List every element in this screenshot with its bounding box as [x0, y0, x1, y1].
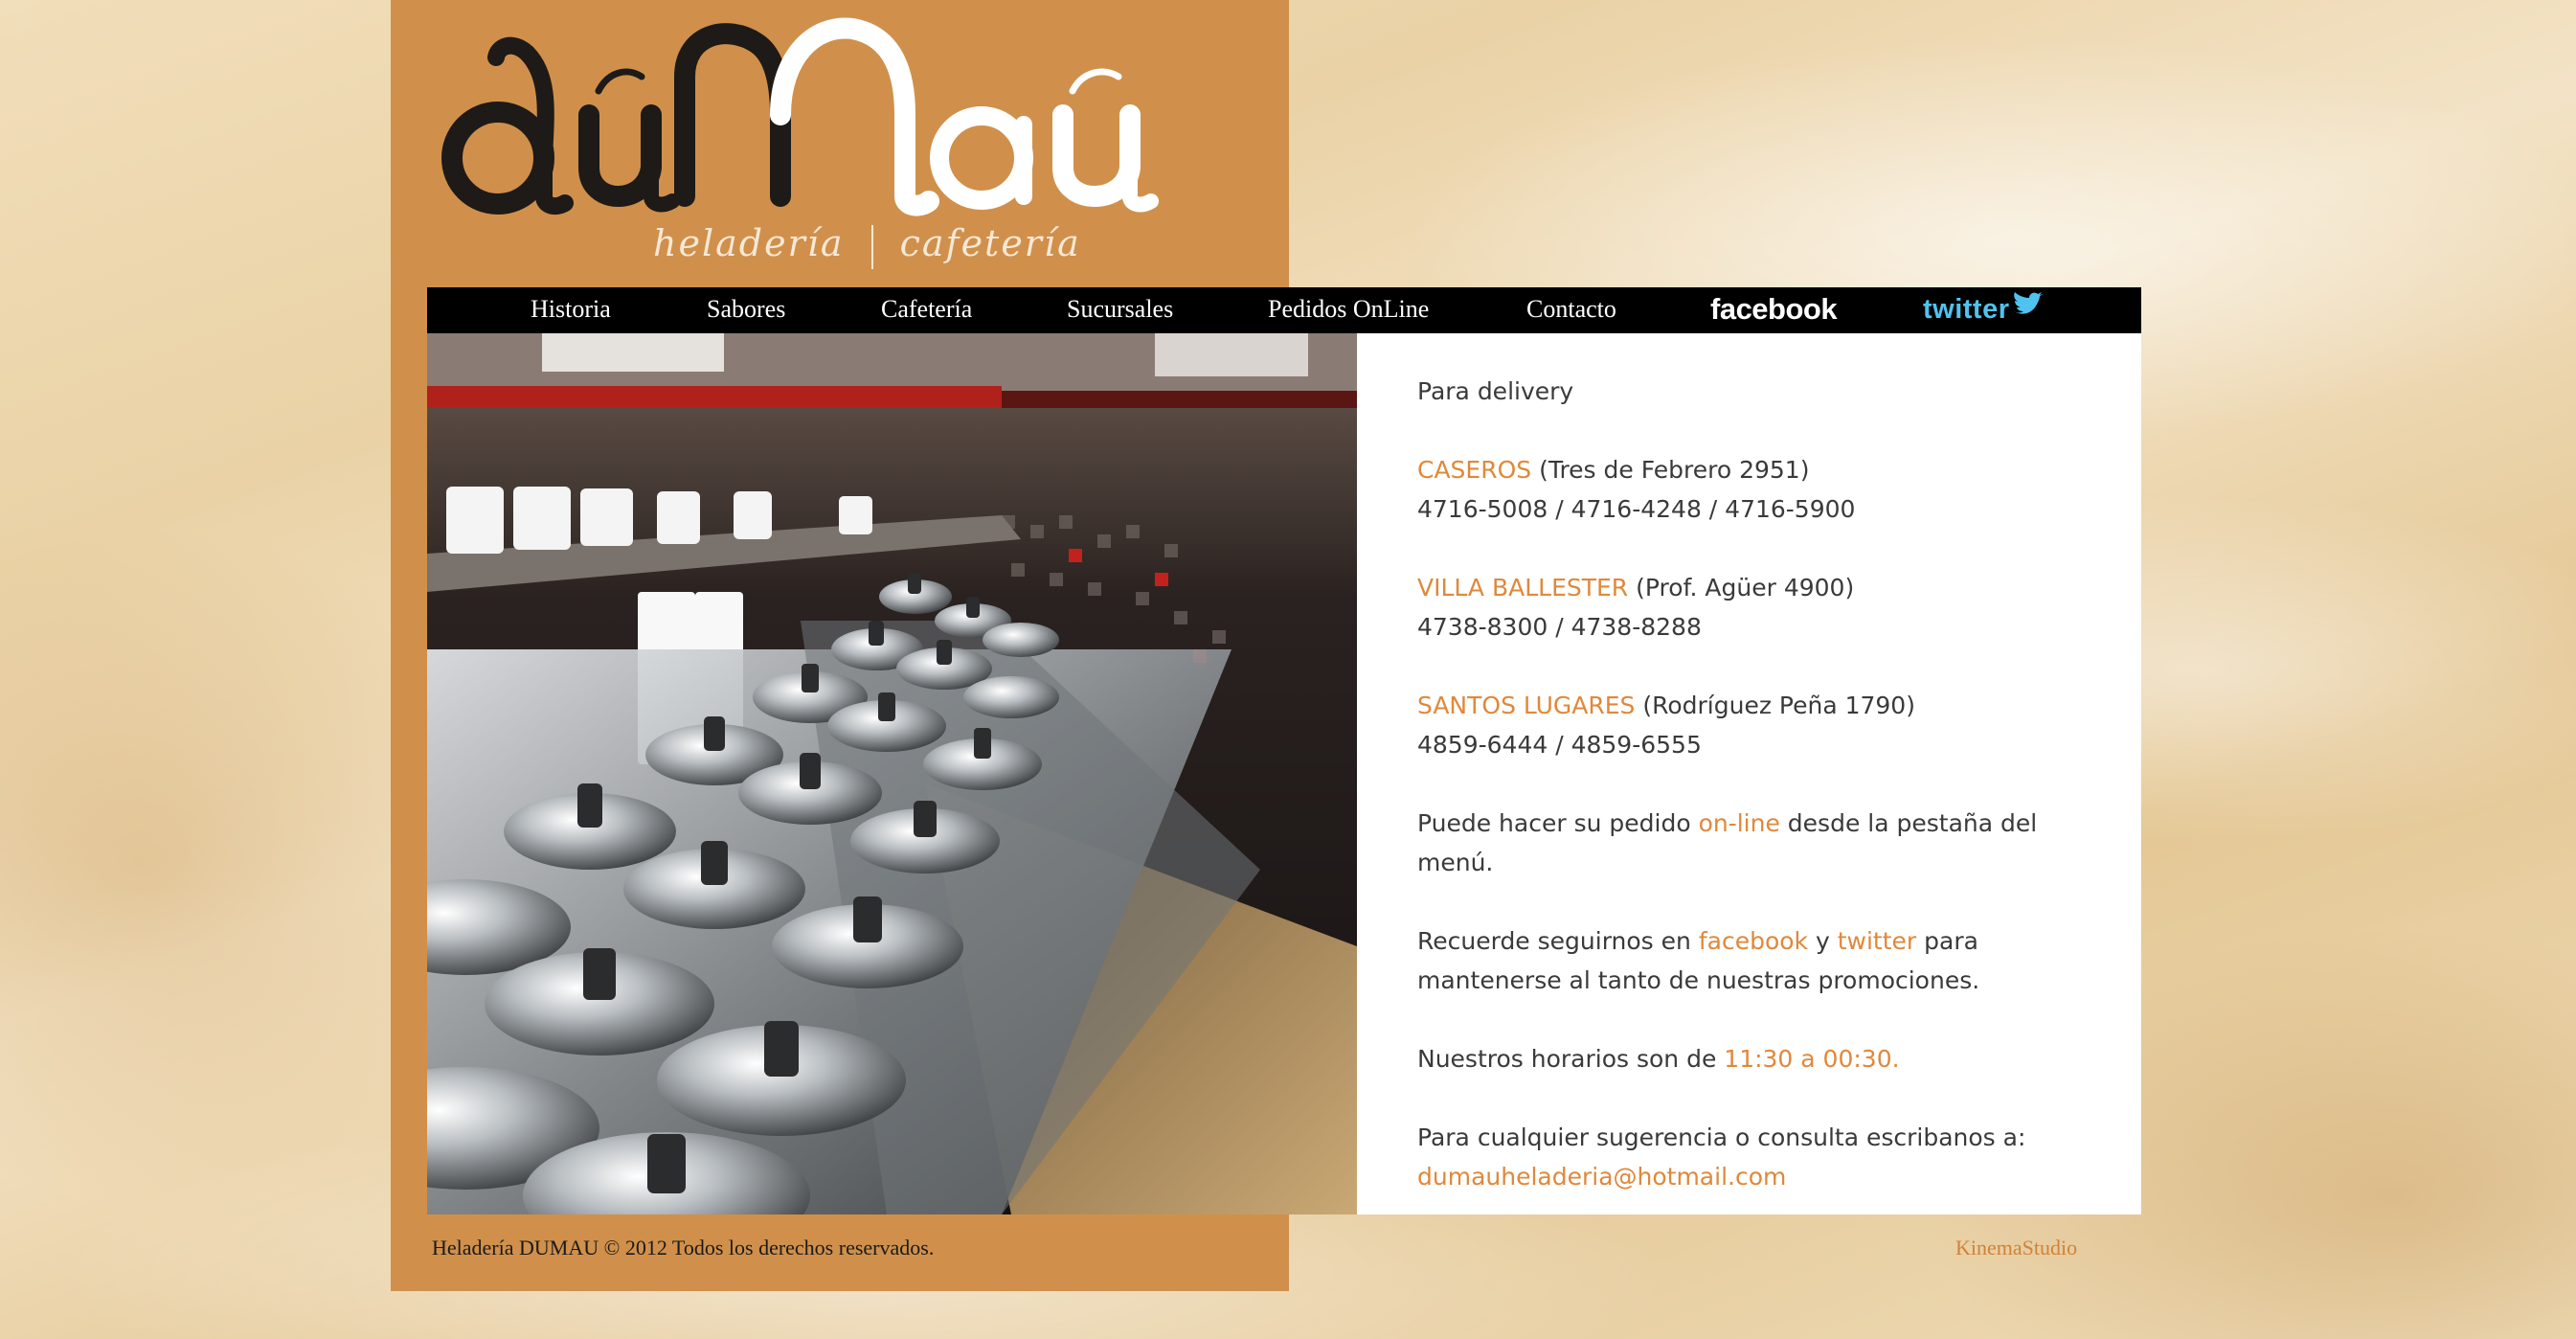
hours-label: Nuestros horarios son de	[1417, 1045, 1725, 1073]
branch-phones: 4859-6444 / 4859-6555	[1417, 731, 1702, 759]
nav-pedidos-online[interactable]: Pedidos OnLine	[1268, 287, 1429, 333]
contact-note: Para cualquier sugerencia o consulta esc…	[1417, 1118, 2107, 1196]
contact-email-link[interactable]: dumauheladeria@hotmail.com	[1417, 1163, 1786, 1191]
branch-name-link[interactable]: CASEROS	[1417, 456, 1531, 484]
branch-address: (Prof. Agüer 4900)	[1636, 574, 1855, 601]
branch-address: (Rodríguez Peña 1790)	[1642, 692, 1915, 719]
branch-caseros: CASEROS (Tres de Febrero 2951) 4716-5008…	[1417, 450, 2107, 529]
facebook-text-link[interactable]: facebook	[1699, 927, 1808, 955]
branch-villa-ballester: VILLA BALLESTER (Prof. Agüer 4900) 4738-…	[1417, 568, 2107, 647]
footer-copyright: Heladería DUMAU © 2012 Todos los derecho…	[432, 1236, 935, 1260]
branch-santos-lugares: SANTOS LUGARES (Rodríguez Peña 1790) 485…	[1417, 686, 2107, 764]
ice-cream-counter-photo	[427, 333, 1357, 1214]
twitter-text-link[interactable]: twitter	[1838, 927, 1916, 955]
nav-sucursales[interactable]: Sucursales	[1067, 287, 1173, 333]
subtitle-heladeria: heladería	[653, 222, 845, 264]
online-note-before: Puede hacer su pedido	[1417, 809, 1699, 837]
main-nav: Historia Sabores Cafetería Sucursales Pe…	[427, 287, 2141, 333]
social-follow-note: Recuerde seguirnos en facebook y twitter…	[1417, 921, 2107, 1000]
twitter-bird-icon	[2012, 288, 2045, 332]
nav-facebook-link[interactable]: facebook	[1710, 287, 1838, 333]
logo-mark	[441, 17, 1159, 216]
delivery-info-panel: Para delivery CASEROS (Tres de Febrero 2…	[1357, 333, 2141, 1214]
hours-value: 11:30 a 00:30.	[1724, 1045, 1900, 1073]
nav-historia[interactable]: Historia	[531, 287, 611, 333]
nav-cafeteria[interactable]: Cafetería	[881, 287, 972, 333]
branch-name-link[interactable]: VILLA BALLESTER	[1417, 574, 1628, 601]
branch-address: (Tres de Febrero 2951)	[1539, 456, 1810, 484]
social-note-before: Recuerde seguirnos en	[1417, 927, 1699, 955]
delivery-intro: Para delivery	[1417, 377, 1574, 405]
footer-credit-link[interactable]: KinemaStudio	[1955, 1236, 2077, 1260]
branch-name-link[interactable]: SANTOS LUGARES	[1417, 692, 1635, 719]
facebook-icon: facebook	[1710, 292, 1838, 326]
nav-contacto[interactable]: Contacto	[1526, 287, 1616, 333]
branch-phones: 4738-8300 / 4738-8288	[1417, 613, 1702, 641]
twitter-wordmark: twitter	[1923, 294, 2010, 325]
delivery-info-text: Para delivery CASEROS (Tres de Febrero 2…	[1417, 372, 2107, 1236]
contact-text: Para cualquier sugerencia o consulta esc…	[1417, 1123, 2026, 1151]
nav-twitter-link[interactable]: twitter	[1923, 287, 2045, 333]
online-order-link[interactable]: on-line	[1699, 809, 1780, 837]
subtitle-cafeteria: cafetería	[899, 222, 1081, 264]
online-order-note: Puede hacer su pedido on-line desde la p…	[1417, 804, 2107, 882]
subtitle-divider	[870, 224, 873, 269]
social-note-middle: y	[1808, 927, 1838, 955]
brand-subtitle: heladería cafetería	[653, 222, 1081, 269]
nav-sabores[interactable]: Sabores	[707, 287, 785, 333]
branch-phones: 4716-5008 / 4716-4248 / 4716-5900	[1417, 495, 1856, 523]
opening-hours: Nuestros horarios son de 11:30 a 00:30.	[1417, 1039, 2107, 1078]
photo-illustration	[427, 333, 1357, 1214]
